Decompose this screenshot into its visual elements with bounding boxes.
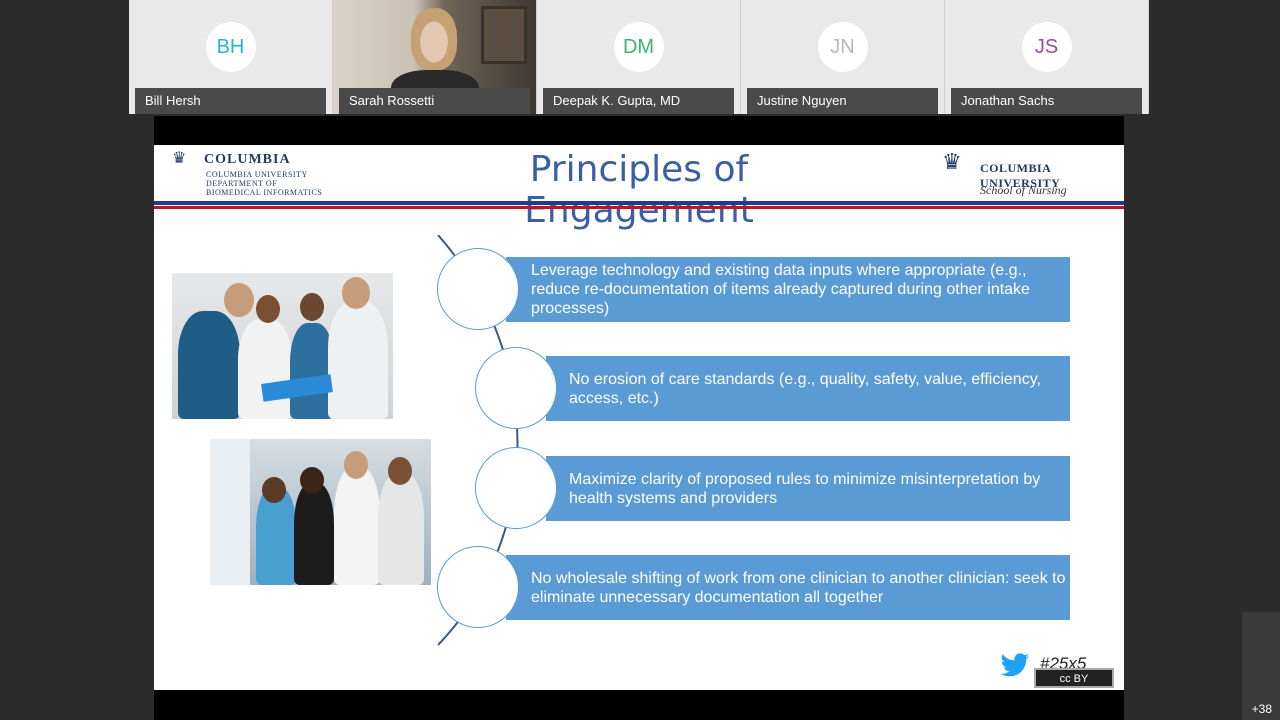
participant-tile-video[interactable]: Sarah Rossetti [333,0,537,114]
photo-head [262,477,286,503]
photo-figure [328,301,388,419]
participant-avatar: JN [817,22,868,72]
principle-item: Leverage technology and existing data in… [506,257,1070,322]
photo-head [256,295,280,323]
principle-bullet-circle [475,347,557,429]
photo-head [342,277,370,309]
hospital-team-photo [210,439,431,585]
principle-item: No erosion of care standards (e.g., qual… [546,356,1070,421]
presentation-slide: ♛ COLUMBIA COLUMBIA UNIVERSITY DEPARTMEN… [154,145,1124,690]
principle-text: Maximize clarity of proposed rules to mi… [569,470,1041,507]
photo-head [300,467,324,493]
participant-avatar: BH [205,22,256,72]
principle-text: No wholesale shifting of work from one c… [531,569,1066,606]
shared-screen: ♛ COLUMBIA COLUMBIA UNIVERSITY DEPARTMEN… [154,116,1124,720]
columbia-dbmi-logo: ♛ COLUMBIA COLUMBIA UNIVERSITY DEPARTMEN… [172,150,352,198]
participant-avatar: DM [613,22,664,72]
photo-figure [238,319,292,419]
participant-name: Justine Nguyen [747,88,938,114]
wall-picture [481,6,527,64]
photo-figure [178,311,240,419]
more-participants-count[interactable]: +38 [1252,702,1272,716]
logo-line: DEPARTMENT OF [206,179,278,188]
photo-head [224,283,254,317]
photo-head [344,451,368,479]
crown-icon: ♛ [942,149,962,174]
header-rule-blue [154,201,1124,205]
principle-bullet-circle [437,248,519,330]
participant-tile[interactable]: DM Deepak K. Gupta, MD [537,0,741,114]
participant-name: Deepak K. Gupta, MD [543,88,734,114]
clinicians-photo [172,273,393,419]
participant-name: Sarah Rossetti [339,88,530,114]
speaker-face [411,8,457,70]
twitter-icon [1000,653,1034,679]
logo-line: BIOMEDICAL INFORMATICS [206,188,323,197]
photo-figure [294,483,334,585]
principle-item: No wholesale shifting of work from one c… [506,555,1070,620]
creative-commons-badge: cc BY [1034,668,1114,688]
principle-bullet-circle [437,546,519,628]
participant-tile[interactable]: JN Justine Nguyen [741,0,945,114]
participant-avatar: JS [1021,22,1072,72]
participant-name: Jonathan Sachs [951,88,1142,114]
logo-brand: COLUMBIA [204,152,291,167]
participant-tile[interactable]: BH Bill Hersh [129,0,333,114]
participant-name: Bill Hersh [135,88,326,114]
crown-icon: ♛ [172,150,187,167]
photo-head [300,293,324,321]
photo-figure [378,473,424,585]
window-light [210,439,250,585]
photo-figure [334,467,380,585]
slide-title: Principles of Engagement [524,149,754,231]
logo-line: COLUMBIA UNIVERSITY [206,170,308,179]
photo-head [388,457,412,485]
columbia-nursing-logo: ♛ COLUMBIA UNIVERSITY School of Nursing [942,149,1112,199]
principle-text: No erosion of care standards (e.g., qual… [569,370,1041,407]
principle-text: Leverage technology and existing data in… [531,262,1030,317]
participant-tile[interactable]: JS Jonathan Sachs [945,0,1149,114]
principle-bullet-circle [475,447,557,529]
slide-header: ♛ COLUMBIA COLUMBIA UNIVERSITY DEPARTMEN… [154,145,1124,231]
principle-item: Maximize clarity of proposed rules to mi… [546,456,1070,521]
header-rule-red [154,206,1124,209]
logo-school: School of Nursing [980,183,1067,197]
